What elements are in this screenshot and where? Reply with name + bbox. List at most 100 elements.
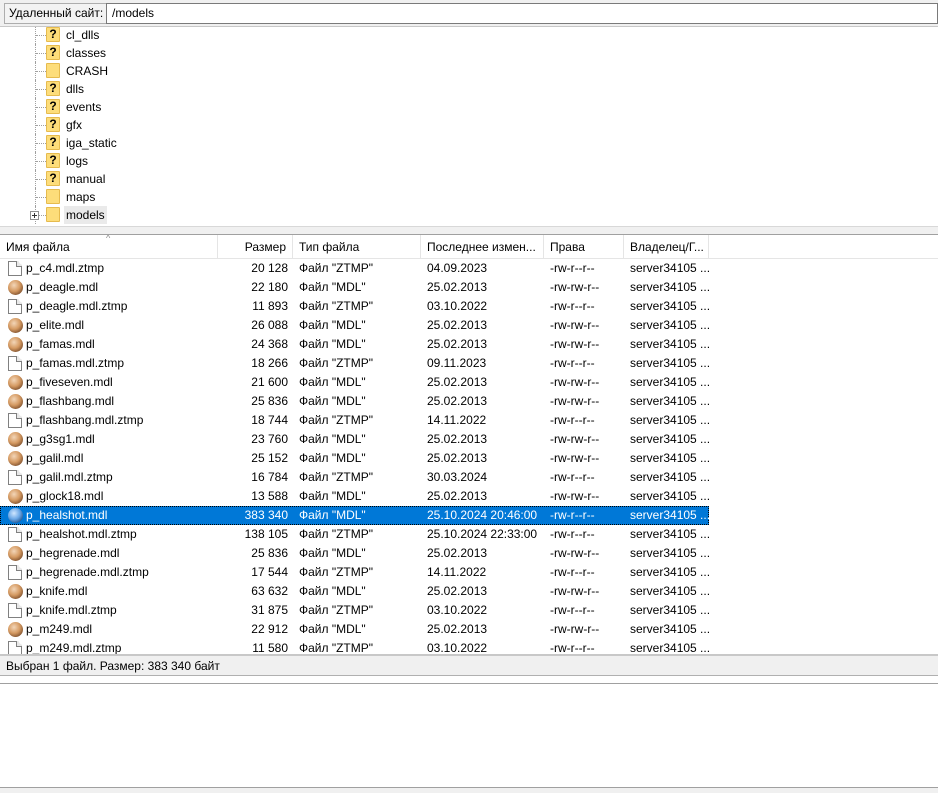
file-row[interactable]: p_flashbang.mdl.ztmp 18 744 Файл "ZTMP" 14.… <box>0 411 709 430</box>
file-row[interactable]: p_m249.mdl.ztmp 11 580 Файл "ZTMP" 03.10.20… <box>0 639 709 654</box>
remote-path-input[interactable]: /models <box>106 3 938 24</box>
file-type-cell: Файл "ZTMP" <box>299 565 374 579</box>
file-type-cell: Файл "ZTMP" <box>299 413 374 427</box>
file-modified-cell: 25.10.2024 22:33:00 <box>427 527 538 541</box>
file-size-cell: 383 340 <box>244 508 288 522</box>
tree-item-maps[interactable]: maps <box>0 188 938 206</box>
tree-branch-line <box>36 197 46 198</box>
file-row[interactable]: p_galil.mdl 25 152 Файл "MDL" 25.02.2013 -rw… <box>0 449 709 468</box>
column-header-permissions[interactable]: Права <box>544 235 624 259</box>
file-row[interactable]: p_famas.mdl 24 368 Файл "MDL" 25.02.2013 -rw… <box>0 335 709 354</box>
file-modified-cell: 04.09.2023 <box>427 261 488 275</box>
folder-unknown-icon: ? <box>46 153 60 168</box>
tree-item-events[interactable]: ? events <box>0 98 938 116</box>
file-name-cell: p_flashbang.mdl <box>26 394 115 408</box>
file-name-cell: p_m249.mdl <box>26 622 93 636</box>
file-row[interactable]: p_knife.mdl.ztmp 31 875 Файл "ZTMP" 03.10.2… <box>0 601 709 620</box>
file-modified-cell: 25.10.2024 20:46:00 <box>427 508 538 522</box>
tree-item-models[interactable]: models <box>0 206 938 224</box>
file-size-cell: 25 836 <box>251 546 288 560</box>
tree-list-splitter[interactable] <box>0 226 938 235</box>
file-permissions-cell: -rw-r--r-- <box>550 299 595 313</box>
file-size-cell: 31 875 <box>251 603 288 617</box>
expand-plus-icon[interactable] <box>30 211 39 220</box>
file-size-cell: 25 152 <box>251 451 288 465</box>
column-header-size[interactable]: Размер <box>218 235 293 259</box>
remote-file-list[interactable]: Имя файла ^ Размер Тип файла Последнее и… <box>0 235 938 654</box>
file-permissions-cell: -rw-rw-r-- <box>550 394 600 408</box>
file-row[interactable]: p_c4.mdl.ztmp 20 128 Файл "ZTMP" 04.09.2023… <box>0 259 709 278</box>
file-modified-cell: 03.10.2022 <box>427 641 488 654</box>
file-name-cell: p_flashbang.mdl.ztmp <box>26 413 144 427</box>
tree-item-iga_static[interactable]: ? iga_static <box>0 134 938 152</box>
file-row[interactable]: p_elite.mdl 26 088 Файл "MDL" 25.02.2013 -rw… <box>0 316 709 335</box>
file-modified-cell: 25.02.2013 <box>427 584 488 598</box>
file-owner-cell: server34105 ... <box>630 299 709 313</box>
file-row[interactable]: p_flashbang.mdl 25 836 Файл "MDL" 25.02.201… <box>0 392 709 411</box>
folder-unknown-icon: ? <box>46 135 60 150</box>
file-modified-cell: 30.03.2024 <box>427 470 488 484</box>
file-type-cell: Файл "MDL" <box>299 546 366 560</box>
file-name-cell: p_healshot.mdl <box>26 508 108 522</box>
file-permissions-cell: -rw-rw-r-- <box>550 318 600 332</box>
column-type-label: Тип файла <box>299 240 360 254</box>
file-owner-cell: server34105 ... <box>630 584 709 598</box>
file-permissions-cell: -rw-r--r-- <box>550 527 595 541</box>
column-header-modified[interactable]: Последнее измен... <box>421 235 544 259</box>
file-row[interactable]: p_healshot.mdl 383 340 Файл "MDL" 25.10.202… <box>0 506 709 525</box>
file-row[interactable]: p_galil.mdl.ztmp 16 784 Файл "ZTMP" 30.03.2… <box>0 468 709 487</box>
file-permissions-cell: -rw-r--r-- <box>550 356 595 370</box>
file-row[interactable]: p_m249.mdl 22 912 Файл "MDL" 25.02.2013 -rw-… <box>0 620 709 639</box>
file-owner-cell: server34105 ... <box>630 432 709 446</box>
tree-item-crash[interactable]: CRASH <box>0 62 938 80</box>
file-row[interactable]: p_knife.mdl 63 632 Файл "MDL" 25.02.2013 -rw… <box>0 582 709 601</box>
file-modified-cell: 09.11.2023 <box>427 356 487 370</box>
tree-branch-line <box>36 53 46 54</box>
file-row[interactable]: p_famas.mdl.ztmp 18 266 Файл "ZTMP" 09.11.2… <box>0 354 709 373</box>
tree-item-manual[interactable]: ? manual <box>0 170 938 188</box>
column-header-owner[interactable]: Владелец/Г... <box>624 235 709 259</box>
file-row[interactable]: p_fiveseven.mdl 21 600 Файл "MDL" 25.02.201… <box>0 373 709 392</box>
file-size-cell: 26 088 <box>251 318 288 332</box>
file-row[interactable]: p_deagle.mdl.ztmp 11 893 Файл "ZTMP" 03.10.… <box>0 297 709 316</box>
file-row[interactable]: p_hegrenade.mdl.ztmp 17 544 Файл "ZTMP" 14.… <box>0 563 709 582</box>
file-name-cell: p_famas.mdl.ztmp <box>26 356 125 370</box>
file-owner-cell: server34105 ... <box>630 641 709 654</box>
file-size-cell: 16 784 <box>251 470 288 484</box>
column-owner-label: Владелец/Г... <box>630 240 704 254</box>
column-header-filename[interactable]: Имя файла ^ <box>0 235 218 259</box>
tree-item-gfx[interactable]: ? gfx <box>0 116 938 134</box>
file-type-cell: Файл "ZTMP" <box>299 356 374 370</box>
document-icon <box>8 299 22 314</box>
file-row[interactable]: p_deagle.mdl 22 180 Файл "MDL" 25.02.2013 -r… <box>0 278 709 297</box>
file-size-cell: 20 128 <box>251 261 288 275</box>
file-permissions-cell: -rw-rw-r-- <box>550 280 600 294</box>
file-type-cell: Файл "MDL" <box>299 337 366 351</box>
model-icon <box>8 432 23 447</box>
bottom-splitter[interactable] <box>0 787 938 793</box>
tree-item-classes[interactable]: ? classes <box>0 44 938 62</box>
tree-item-logs[interactable]: ? logs <box>0 152 938 170</box>
file-modified-cell: 25.02.2013 <box>427 375 488 389</box>
file-row[interactable]: p_g3sg1.mdl 23 760 Файл "MDL" 25.02.2013 -rw… <box>0 430 709 449</box>
folder-unknown-icon: ? <box>46 99 60 114</box>
file-row[interactable]: p_glock18.mdl 13 588 Файл "MDL" 25.02.2013 -… <box>0 487 709 506</box>
tree-branch-line <box>36 71 46 72</box>
document-icon <box>8 356 22 371</box>
tree-item-label: dlls <box>66 82 85 96</box>
status-text: Выбран 1 файл. Размер: 383 340 байт <box>6 659 220 673</box>
file-type-cell: Файл "MDL" <box>299 375 366 389</box>
file-row[interactable]: p_healshot.mdl.ztmp 138 105 Файл "ZTMP" 25.… <box>0 525 709 544</box>
file-permissions-cell: -rw-rw-r-- <box>550 375 600 389</box>
file-name-cell: p_c4.mdl.ztmp <box>26 261 105 275</box>
model-icon <box>8 622 23 637</box>
tree-item-dlls[interactable]: ? dlls <box>0 80 938 98</box>
file-size-cell: 22 180 <box>251 280 288 294</box>
tree-item-cl_dlls[interactable]: ? cl_dlls <box>0 27 938 44</box>
file-type-cell: Файл "MDL" <box>299 622 366 636</box>
file-row[interactable]: p_hegrenade.mdl 25 836 Файл "MDL" 25.02.201… <box>0 544 709 563</box>
file-permissions-cell: -rw-rw-r-- <box>550 451 600 465</box>
remote-directory-tree[interactable]: ? cl_dlls? classes CRASH? dlls? events? gfx? ig… <box>0 27 938 226</box>
file-modified-cell: 25.02.2013 <box>427 451 488 465</box>
column-header-type[interactable]: Тип файла <box>293 235 421 259</box>
